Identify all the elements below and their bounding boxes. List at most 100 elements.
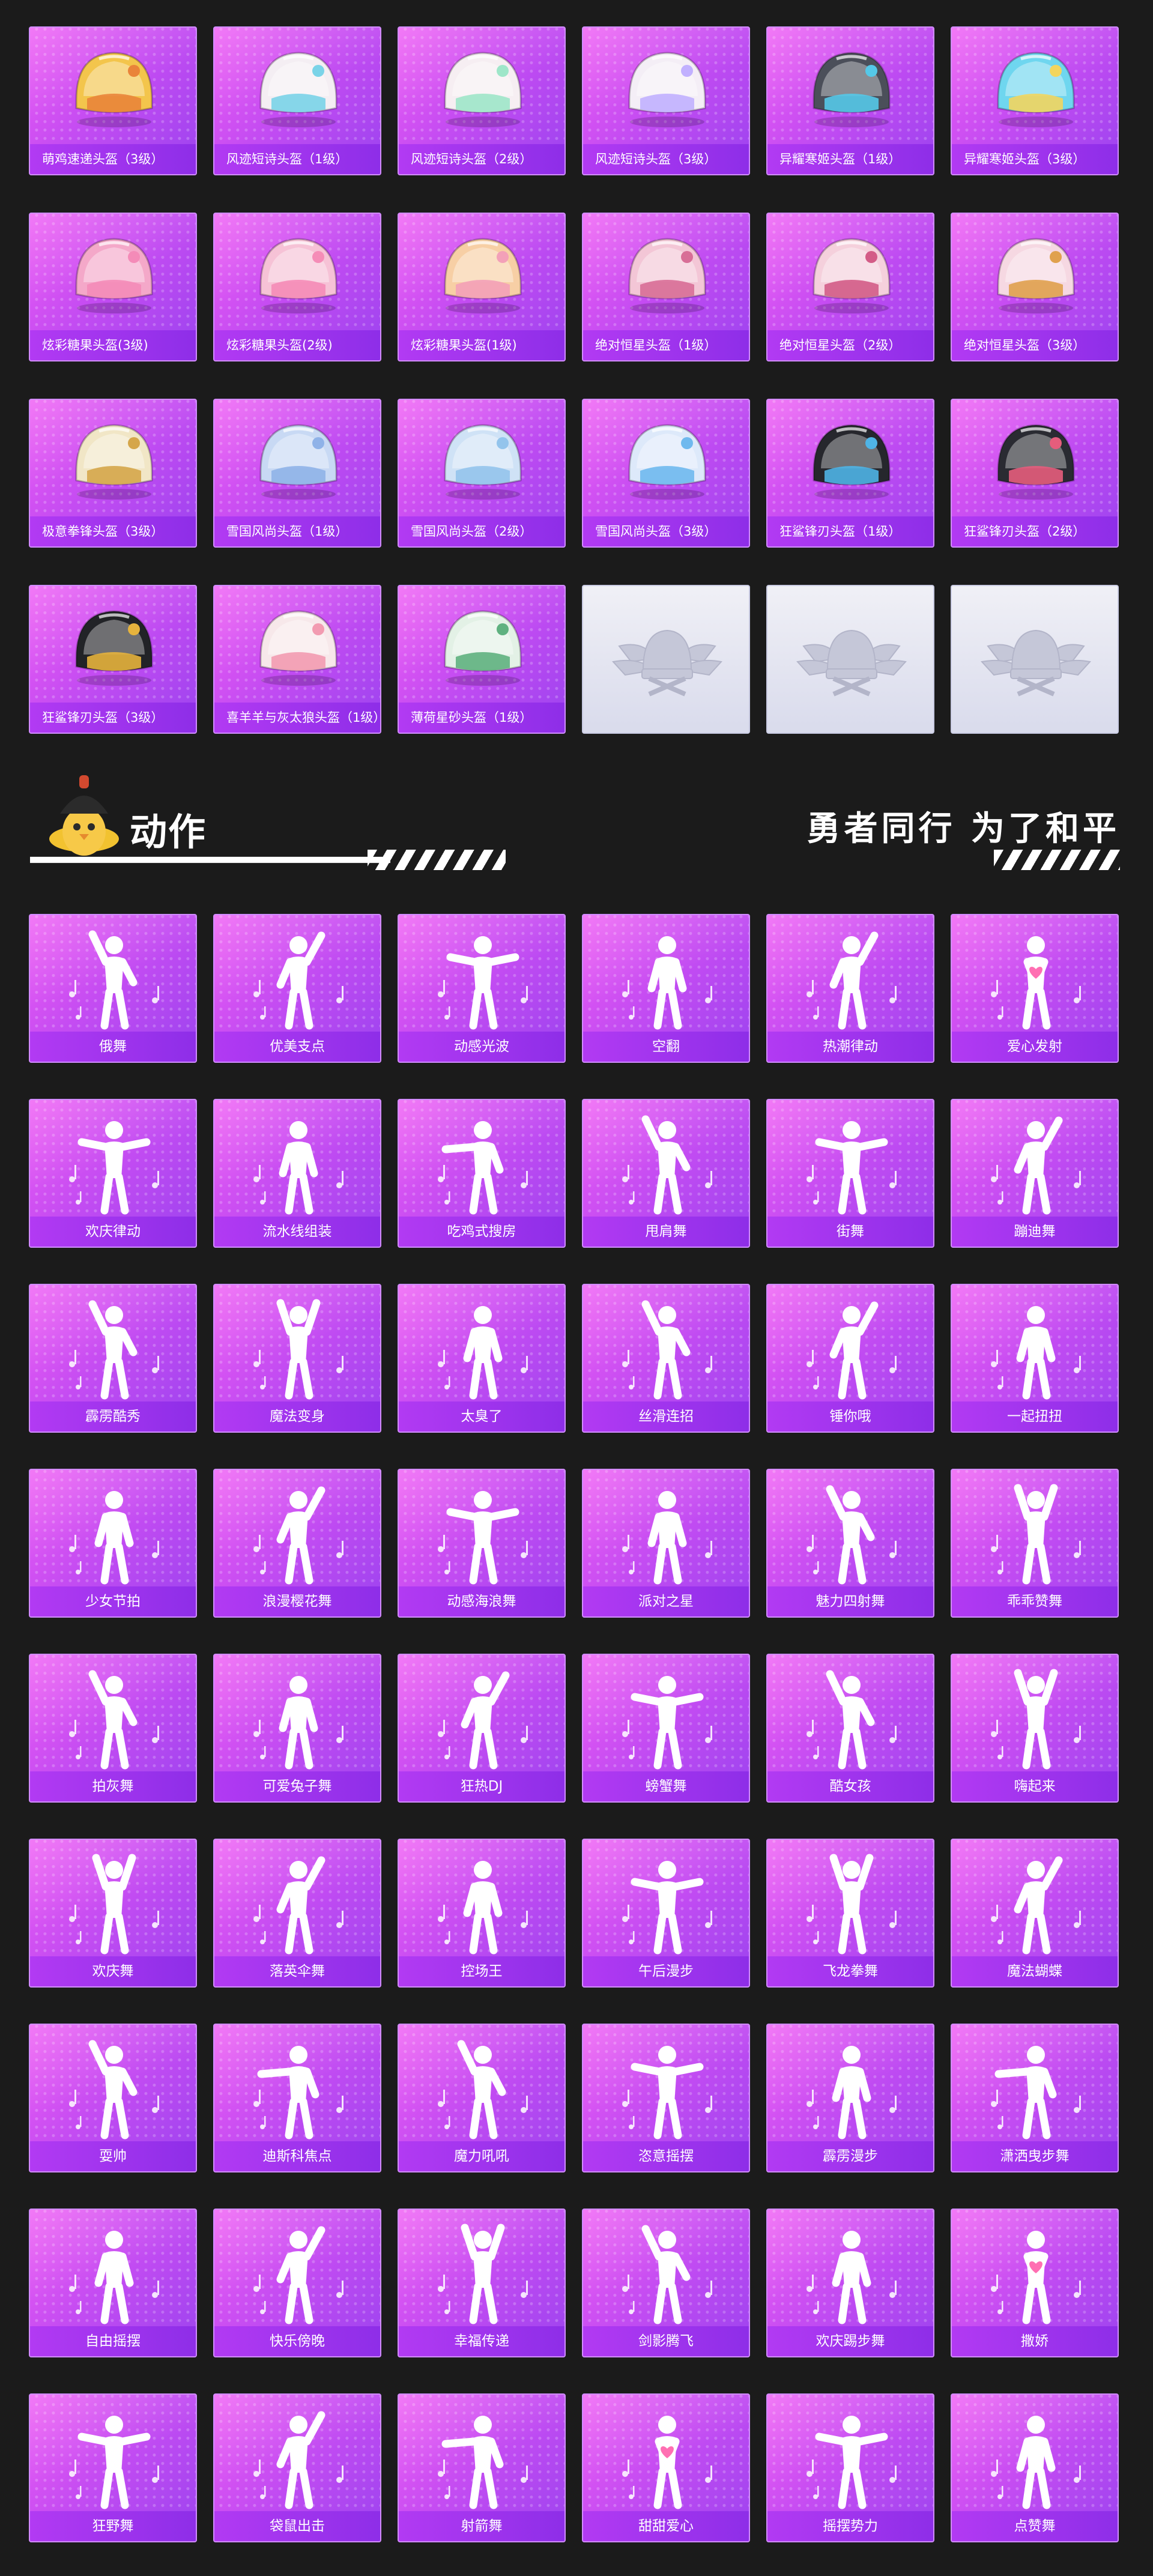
emote-card[interactable]: 甩肩舞	[582, 1099, 750, 1248]
emote-name: 飞龙拳舞	[767, 1956, 933, 1986]
helmet-card[interactable]: 喜羊羊与灰太狼头盔（1级）	[213, 585, 381, 734]
helmet-card[interactable]: 雪国风尚头盔（2级）	[398, 399, 566, 548]
dancer-silhouette-icon	[991, 1116, 1081, 1215]
helmet-card[interactable]: 薄荷星砂头盔（1级）	[398, 585, 566, 734]
emote-card[interactable]: 自由摇摆	[29, 2209, 197, 2357]
emote-name: 幸福传递	[399, 2326, 564, 2356]
emote-card[interactable]: 魅力四射舞	[766, 1469, 934, 1618]
helmet-card[interactable]: 狂鲨锋刃头盔（3级）	[29, 585, 197, 734]
emote-card[interactable]: 落英伞舞	[213, 1839, 381, 1988]
emote-card[interactable]: 霹雳酷秀	[29, 1284, 197, 1433]
emote-card[interactable]: 幸福传递	[398, 2209, 566, 2357]
helmet-card[interactable]: 炫彩糖果头盔(1级)	[398, 213, 566, 361]
emote-name: 派对之星	[583, 1586, 749, 1616]
emote-card[interactable]: 控场王	[398, 1839, 566, 1988]
emote-card[interactable]: 剑影腾飞	[582, 2209, 750, 2357]
emote-card[interactable]: 甜甜爱心	[582, 2393, 750, 2542]
dancer-silhouette-icon	[438, 2040, 528, 2139]
helmet-card[interactable]: 异耀寒姬头盔（1级）	[766, 26, 934, 175]
emote-card[interactable]: 快乐傍晚	[213, 2209, 381, 2357]
emote-card[interactable]: 魔法蝴蝶	[951, 1839, 1119, 1988]
emote-card[interactable]: 魔力吼吼	[398, 2024, 566, 2172]
helmet-card[interactable]: 炫彩糖果头盔(2级)	[213, 213, 381, 361]
emote-card[interactable]: 空翻	[582, 914, 750, 1063]
emote-card[interactable]: 点赞舞	[951, 2393, 1119, 2542]
emote-card[interactable]: 派对之星	[582, 1469, 750, 1618]
emote-card[interactable]: 浪漫樱花舞	[213, 1469, 381, 1618]
dancer-silhouette-icon	[69, 1300, 159, 1400]
helmet-card[interactable]: 绝对恒星头盔（2级）	[766, 213, 934, 361]
helmet-card[interactable]: 极意拳锋头盔（3级）	[29, 399, 197, 548]
emote-card[interactable]: 耍帅	[29, 2024, 197, 2172]
emote-card[interactable]: 可爱兔子舞	[213, 1654, 381, 1803]
emote-card[interactable]: 太臭了	[398, 1284, 566, 1433]
emote-name: 优美支点	[214, 1032, 380, 1062]
emote-card[interactable]: 魔法变身	[213, 1284, 381, 1433]
dancer-silhouette-icon	[991, 1856, 1081, 1955]
emote-card[interactable]: 吃鸡式搜房	[398, 1099, 566, 1248]
emote-card[interactable]: 一起扭扭	[951, 1284, 1119, 1433]
emote-name: 欢庆踢步舞	[767, 2326, 933, 2356]
emote-card[interactable]: 恣意摇摆	[582, 2024, 750, 2172]
emote-card[interactable]: 热潮律动	[766, 914, 934, 1063]
emote-card[interactable]: 拍灰舞	[29, 1654, 197, 1803]
emote-card[interactable]: 爱心发射	[951, 914, 1119, 1063]
emote-card[interactable]: 螃蟹舞	[582, 1654, 750, 1803]
emote-card[interactable]: 优美支点	[213, 914, 381, 1063]
emote-card[interactable]: 街舞	[766, 1099, 934, 1248]
emote-card[interactable]: 狂野舞	[29, 2393, 197, 2542]
emote-card[interactable]: 欢庆律动	[29, 1099, 197, 1248]
emote-card[interactable]: 摇摆势力	[766, 2393, 934, 2542]
helmet-card[interactable]: 炫彩糖果头盔(3级)	[29, 213, 197, 361]
emote-card[interactable]: 嗨起来	[951, 1654, 1119, 1803]
emote-card[interactable]: 锤你哦	[766, 1284, 934, 1433]
helmet-card[interactable]: 绝对恒星头盔（1级）	[582, 213, 750, 361]
dancer-silhouette-icon	[806, 1301, 897, 1400]
emote-name: 锤你哦	[767, 1401, 933, 1432]
helmet-grid: 萌鸡速递头盔（3级） 风迹短诗头盔（1级） 风迹短诗头盔（2级） 风迹短诗头盔（…	[29, 26, 1119, 734]
emote-card[interactable]: 潇洒曳步舞	[951, 2024, 1119, 2172]
dancer-silhouette-icon	[806, 1670, 897, 1770]
dancer-silhouette-icon	[69, 2231, 159, 2324]
emote-card[interactable]: 流水线组装	[213, 1099, 381, 1248]
emote-card[interactable]: 少女节拍	[29, 1469, 197, 1618]
helmet-card[interactable]: 雪国风尚头盔（1级）	[213, 399, 381, 548]
helmet-card[interactable]: 萌鸡速递头盔（3级）	[29, 26, 197, 175]
dancer-silhouette-icon	[806, 2416, 897, 2509]
emote-card[interactable]: 俄舞	[29, 914, 197, 1063]
helmet-name: 雪国风尚头盔（1级）	[214, 516, 380, 546]
emote-card[interactable]: 袋鼠出击	[213, 2393, 381, 2542]
emote-card[interactable]: 欢庆踢步舞	[766, 2209, 934, 2357]
helmet-icon	[813, 424, 891, 500]
emote-card[interactable]: 迪斯科焦点	[213, 2024, 381, 2172]
emote-card[interactable]: 酷女孩	[766, 1654, 934, 1803]
emote-card[interactable]: 射箭舞	[398, 2393, 566, 2542]
dancer-silhouette-icon	[622, 2416, 712, 2509]
emote-card[interactable]: 乖乖赞舞	[951, 1469, 1119, 1618]
emote-card[interactable]: 飞龙拳舞	[766, 1839, 934, 1988]
helmet-card[interactable]: 雪国风尚头盔（3级）	[582, 399, 750, 548]
dancer-silhouette-icon	[69, 930, 159, 1030]
helmet-card[interactable]: 绝对恒星头盔（3级）	[951, 213, 1119, 361]
emote-card[interactable]: 撒娇	[951, 2209, 1119, 2357]
emote-name: 霹雳酷秀	[30, 1401, 196, 1432]
emote-card[interactable]: 动感海浪舞	[398, 1469, 566, 1618]
emote-name: 吃鸡式搜房	[399, 1217, 564, 1247]
emote-card[interactable]: 欢庆舞	[29, 1839, 197, 1988]
helmet-name: 雪国风尚头盔（2级）	[399, 516, 564, 546]
emote-card[interactable]: 动感光波	[398, 914, 566, 1063]
dancer-silhouette-icon	[622, 1491, 712, 1585]
helmet-name: 炫彩糖果头盔(3级)	[30, 330, 196, 360]
helmet-card[interactable]: 狂鲨锋刃头盔（2级）	[951, 399, 1119, 548]
helmet-card[interactable]: 风迹短诗头盔（1级）	[213, 26, 381, 175]
emote-card[interactable]: 狂热DJ	[398, 1654, 566, 1803]
emote-card[interactable]: 霹雳漫步	[766, 2024, 934, 2172]
emote-card[interactable]: 丝滑连招	[582, 1284, 750, 1433]
helmet-card[interactable]: 风迹短诗头盔（2级）	[398, 26, 566, 175]
helmet-icon	[444, 424, 522, 500]
helmet-card[interactable]: 异耀寒姬头盔（3级）	[951, 26, 1119, 175]
helmet-card[interactable]: 狂鲨锋刃头盔（1级）	[766, 399, 934, 548]
helmet-card[interactable]: 风迹短诗头盔（3级）	[582, 26, 750, 175]
emote-card[interactable]: 午后漫步	[582, 1839, 750, 1988]
emote-card[interactable]: 蹦迪舞	[951, 1099, 1119, 1248]
